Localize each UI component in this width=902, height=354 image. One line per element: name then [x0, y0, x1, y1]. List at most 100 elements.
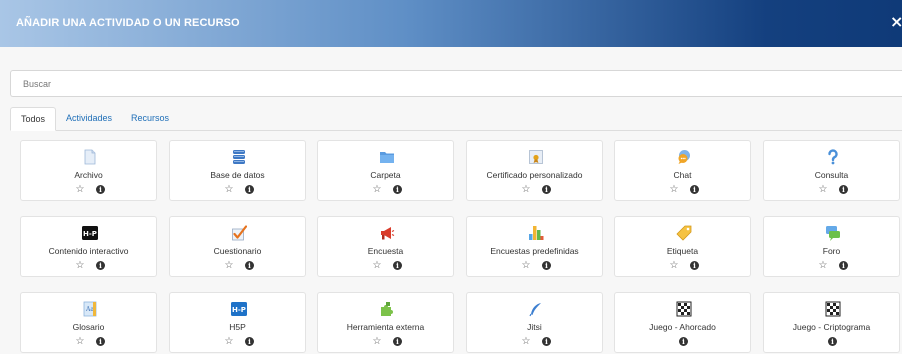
search-box [10, 70, 902, 97]
info-icon[interactable]: i [839, 185, 848, 194]
file-icon [82, 149, 98, 165]
star-icon[interactable]: ☆ [818, 260, 828, 271]
star-icon[interactable]: ☆ [818, 184, 828, 195]
info-icon[interactable]: i [839, 261, 848, 270]
star-icon[interactable]: ☆ [224, 336, 234, 347]
info-icon[interactable]: i [393, 261, 402, 270]
activity-card-foro[interactable]: Foro ☆ i [763, 216, 900, 277]
star-icon[interactable]: ☆ [669, 184, 679, 195]
info-icon[interactable]: i [690, 185, 699, 194]
activity-name: Consulta [814, 170, 849, 180]
activity-name: Base de datos [210, 170, 265, 180]
activity-card-archivo[interactable]: Archivo ☆ i [20, 140, 157, 201]
info-icon[interactable]: i [245, 261, 254, 270]
tab-bar: Todos Actividades Recursos [10, 107, 902, 131]
star-icon[interactable]: ☆ [669, 260, 679, 271]
tab-actividades[interactable]: Actividades [66, 107, 112, 131]
activity-name: Juego - Ahorcado [649, 322, 716, 332]
activity-card-base-de-datos[interactable]: Base de datos ☆ i [169, 140, 306, 201]
info-icon[interactable]: i [690, 261, 699, 270]
info-icon[interactable]: i [828, 337, 837, 346]
h5p-black-icon: H-P [82, 225, 98, 241]
tag-icon [676, 225, 692, 241]
activity-card-cuestionario[interactable]: Cuestionario ☆ i [169, 216, 306, 277]
info-icon[interactable]: i [393, 185, 402, 194]
glossary-icon: Aa [82, 301, 98, 317]
certificate-icon [528, 149, 544, 165]
question-icon [825, 149, 841, 165]
activity-card-jitsi[interactable]: Jitsi ☆ i [466, 292, 603, 353]
database-icon [231, 149, 247, 165]
activity-card-h5p[interactable]: H-P H5P ☆ i [169, 292, 306, 353]
star-icon[interactable]: ☆ [75, 184, 85, 195]
activity-card-consulta[interactable]: Consulta ☆ i [763, 140, 900, 201]
activity-name: Jitsi [527, 322, 542, 332]
activity-name: Juego - Criptograma [792, 322, 871, 332]
star-icon[interactable]: ☆ [521, 336, 531, 347]
folder-icon [379, 149, 395, 165]
info-icon[interactable]: i [96, 185, 105, 194]
info-icon[interactable]: i [245, 337, 254, 346]
forum-icon [825, 225, 841, 241]
info-icon[interactable]: i [96, 261, 105, 270]
star-icon[interactable]: ☆ [75, 260, 85, 271]
activity-name: Encuesta [367, 246, 404, 256]
star-icon[interactable]: ☆ [372, 336, 382, 347]
svg-text:Aa: Aa [85, 306, 94, 313]
activity-card-encuesta[interactable]: Encuesta ☆ i [317, 216, 454, 277]
activity-name: Foro [822, 246, 841, 256]
modal-header: AÑADIR UNA ACTIVIDAD O UN RECURSO × [0, 0, 902, 47]
svg-text:H-P: H-P [83, 230, 97, 238]
tab-todos[interactable]: Todos [10, 107, 56, 131]
activity-card-juego-ahorcado[interactable]: Juego - Ahorcado i [614, 292, 751, 353]
info-icon[interactable]: i [679, 337, 688, 346]
activity-name: Certificado personalizado [486, 170, 583, 180]
chat-icon [676, 149, 692, 165]
activity-card-chat[interactable]: Chat ☆ i [614, 140, 751, 201]
tab-recursos[interactable]: Recursos [131, 107, 169, 131]
megaphone-icon [379, 225, 395, 241]
activity-name: Carpeta [370, 170, 401, 180]
activity-card-contenido-interactivo[interactable]: H-P Contenido interactivo ☆ i [20, 216, 157, 277]
survey-chart-icon [528, 225, 544, 241]
activity-name: Cuestionario [213, 246, 262, 256]
close-button[interactable]: × [890, 12, 902, 32]
star-icon[interactable]: ☆ [372, 184, 382, 195]
game-grid-icon [825, 301, 841, 317]
game-grid-icon [676, 301, 692, 317]
activity-name: Contenido interactivo [48, 246, 129, 256]
info-icon[interactable]: i [393, 337, 402, 346]
h5p-blue-icon: H-P [231, 301, 247, 317]
info-icon[interactable]: i [542, 337, 551, 346]
info-icon[interactable]: i [542, 185, 551, 194]
activity-name: Archivo [74, 170, 103, 180]
quiz-icon [231, 225, 247, 241]
activity-card-juego-criptograma[interactable]: Juego - Criptograma i [763, 292, 900, 353]
activity-card-carpeta[interactable]: Carpeta ☆ i [317, 140, 454, 201]
activity-name: Glosario [72, 322, 105, 332]
star-icon[interactable]: ☆ [75, 336, 85, 347]
activity-name: H5P [229, 322, 246, 332]
star-icon[interactable]: ☆ [224, 260, 234, 271]
puzzle-icon [379, 301, 395, 317]
star-icon[interactable]: ☆ [372, 260, 382, 271]
activity-name: Etiqueta [666, 246, 699, 256]
modal-title: AÑADIR UNA ACTIVIDAD O UN RECURSO [16, 17, 240, 29]
star-icon[interactable]: ☆ [224, 184, 234, 195]
activity-name: Encuestas predefinidas [490, 246, 579, 256]
search-input[interactable] [11, 71, 902, 96]
feather-icon [528, 301, 544, 317]
activity-card-herramienta-externa[interactable]: Herramienta externa ☆ i [317, 292, 454, 353]
activity-name: Chat [673, 170, 692, 180]
activity-card-certificado-personalizado[interactable]: Certificado personalizado ☆ i [466, 140, 603, 201]
star-icon[interactable]: ☆ [521, 184, 531, 195]
activity-name: Herramienta externa [346, 322, 425, 332]
activity-card-etiqueta[interactable]: Etiqueta ☆ i [614, 216, 751, 277]
star-icon[interactable]: ☆ [521, 260, 531, 271]
info-icon[interactable]: i [245, 185, 254, 194]
svg-text:H-P: H-P [232, 306, 246, 314]
activity-card-glosario[interactable]: Aa Glosario ☆ i [20, 292, 157, 353]
info-icon[interactable]: i [96, 337, 105, 346]
activity-card-encuestas-predefinidas[interactable]: Encuestas predefinidas ☆ i [466, 216, 603, 277]
info-icon[interactable]: i [542, 261, 551, 270]
